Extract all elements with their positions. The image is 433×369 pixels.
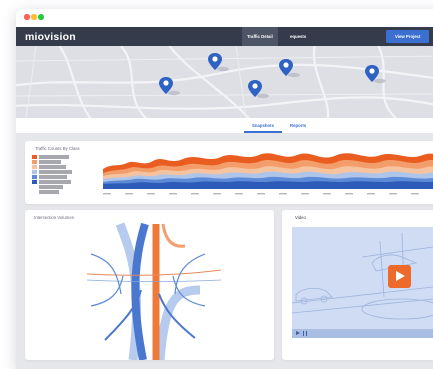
traffic-counts-card: Traffic Counts By Class — [25, 141, 433, 204]
time-axis-tick — [279, 193, 287, 195]
play-control-icon[interactable] — [296, 331, 300, 335]
traffic-flow — [161, 223, 186, 248]
legend-swatch — [32, 165, 37, 169]
time-axis-tick — [191, 193, 199, 195]
time-axis-tick — [301, 193, 309, 195]
video-title: Video — [295, 215, 306, 220]
legend-label-bar — [39, 190, 59, 194]
legend-swatch — [32, 175, 37, 179]
video-scene — [292, 232, 433, 320]
traffic-counts-title: Traffic Counts By Class — [35, 146, 80, 151]
intersection-volumes-card: Intersection Volumes — [25, 210, 274, 360]
time-axis-tick — [169, 193, 177, 195]
time-axis-tick — [389, 193, 397, 195]
time-axis-tick — [103, 193, 111, 195]
legend-swatch — [32, 180, 37, 184]
time-axis-tick — [345, 193, 353, 195]
time-axis-tick — [213, 193, 221, 195]
legend-swatch — [32, 160, 37, 164]
tab-snapshots[interactable]: Snapshots — [252, 123, 274, 128]
time-axis-tick — [125, 193, 133, 195]
active-tab-indicator — [244, 131, 282, 133]
time-axis-tick — [411, 193, 419, 195]
time-axis-tick — [323, 193, 331, 195]
map-pin-icon[interactable] — [159, 77, 173, 94]
legend-swatch — [32, 170, 37, 174]
time-axis-tick — [147, 193, 155, 195]
map-pin-icon[interactable] — [365, 65, 379, 82]
legend-label-bar — [39, 170, 72, 174]
legend-label-bar — [39, 155, 69, 159]
legend-swatch — [32, 155, 37, 159]
intersection-diagram — [86, 222, 222, 360]
map-pin-icon[interactable] — [248, 80, 262, 97]
video-controls — [292, 329, 433, 338]
play-icon[interactable] — [388, 265, 411, 288]
legend-label-bar — [39, 165, 66, 169]
play-triangle — [396, 271, 405, 281]
time-axis-tick — [235, 193, 243, 195]
map-pin-icon[interactable] — [208, 53, 222, 70]
legend-label-bar — [39, 185, 63, 189]
time-axis-tick — [257, 193, 265, 195]
sub-navigation: Snapshots Reports — [16, 118, 433, 133]
legend-label-bar — [39, 160, 61, 164]
pause-control-icon[interactable] — [306, 331, 307, 336]
pause-control-icon[interactable] — [303, 331, 304, 336]
traffic-streamgraph — [103, 153, 433, 195]
tab-reports[interactable]: Reports — [290, 123, 306, 128]
legend-label-bar — [39, 180, 71, 184]
map-pin-icon[interactable] — [279, 59, 293, 76]
legend-label-bar — [39, 175, 67, 179]
video-player[interactable] — [292, 227, 433, 329]
time-axis-tick — [367, 193, 375, 195]
